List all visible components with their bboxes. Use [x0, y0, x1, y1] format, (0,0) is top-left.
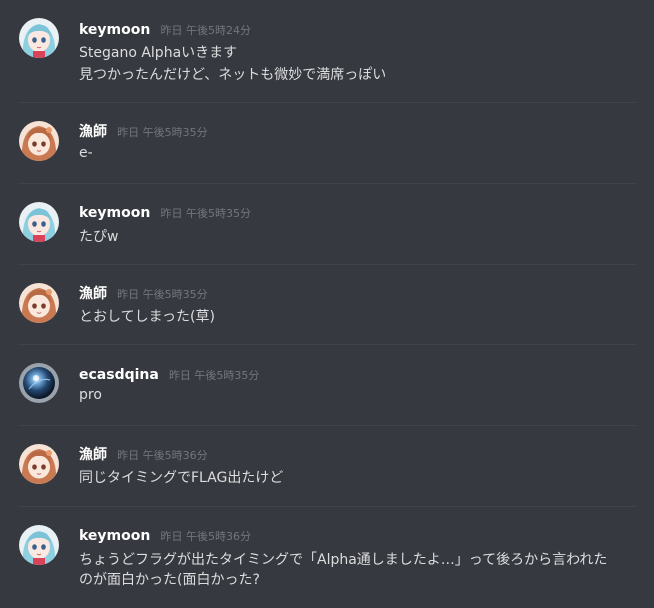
ryoushi-avatar[interactable] [19, 444, 59, 484]
message-line: たぴw [79, 229, 119, 245]
keymoon-avatar[interactable] [19, 202, 59, 242]
message-author[interactable]: keymoon [79, 205, 150, 221]
message-line: とおしてしまった(草) [79, 309, 215, 325]
keymoon-avatar[interactable] [19, 18, 59, 58]
message-divider [18, 264, 636, 265]
message-author[interactable]: ecasdqina [79, 367, 159, 383]
message-timestamp: 昨日 午後5時36分 [117, 449, 208, 462]
message-author[interactable]: keymoon [79, 22, 150, 38]
ecasdqina-avatar[interactable] [19, 363, 59, 403]
message-divider [18, 506, 636, 507]
ryoushi-avatar[interactable] [19, 283, 59, 323]
ryoushi-avatar[interactable] [19, 121, 59, 161]
message-timestamp: 昨日 午後5時35分 [168, 369, 260, 382]
message-author[interactable]: 漁師 [79, 447, 107, 463]
keymoon-avatar[interactable] [19, 525, 59, 565]
message-line: pro [79, 387, 102, 403]
message-divider [18, 183, 636, 184]
message-line: e- [79, 145, 93, 161]
message-timestamp: 昨日 午後5時24分 [160, 24, 251, 37]
message-divider [18, 102, 636, 103]
message-timestamp: 昨日 午後5時35分 [160, 207, 251, 220]
chat-message-list: keymoon 昨日 午後5時24分 Stegano Alphaいきます 見つか… [0, 0, 654, 608]
message-timestamp: 昨日 午後5時35分 [117, 126, 208, 139]
message-divider [18, 425, 636, 426]
message-line: 見つかったんだけど、ネットも微妙で満席っぽい [79, 67, 387, 83]
message-line: Stegano Alphaいきます [79, 45, 238, 61]
message-line: 同じタイミングでFLAG出たけど [79, 470, 284, 486]
message-divider [18, 344, 636, 345]
message-timestamp: 昨日 午後5時35分 [117, 288, 208, 301]
message-line: ちょうどフラグが出たタイミングで「Alpha通しましたよ…」って後ろから言われた [79, 552, 608, 568]
message-timestamp: 昨日 午後5時36分 [160, 530, 251, 543]
message-author[interactable]: 漁師 [79, 124, 107, 140]
message-author[interactable]: keymoon [79, 528, 150, 544]
message-line: のが面白かった(面白かった? [79, 572, 260, 588]
message-author[interactable]: 漁師 [79, 286, 107, 302]
